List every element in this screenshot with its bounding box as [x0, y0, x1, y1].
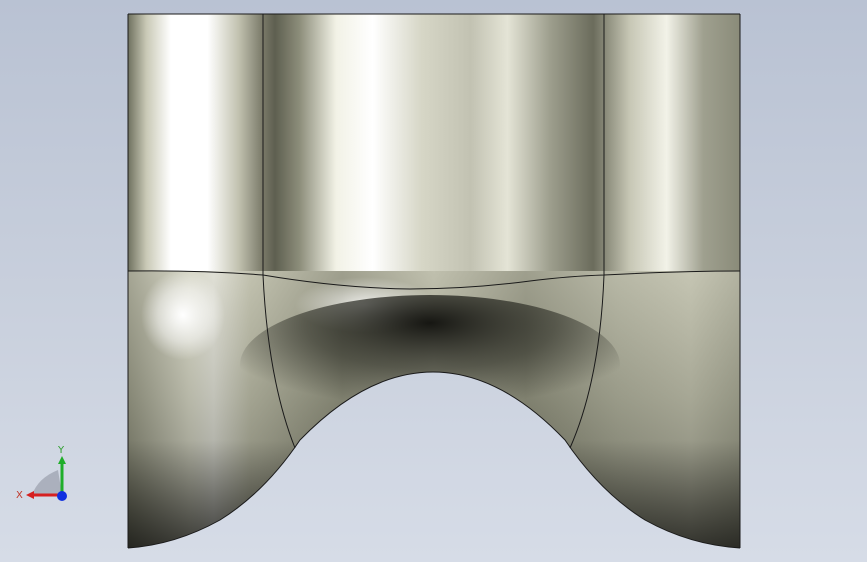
model-view[interactable] [0, 0, 867, 562]
x-arrowhead-icon [26, 491, 34, 499]
lower-face[interactable] [128, 270, 740, 551]
triad-plane [32, 470, 62, 495]
y-arrowhead-icon [58, 456, 66, 464]
z-axis-dot [57, 491, 67, 501]
y-axis-label: Y [57, 445, 65, 456]
x-axis-label: X [16, 490, 23, 501]
coordinate-triad: X Y [16, 445, 67, 501]
graphics-viewport[interactable]: X Y [0, 0, 867, 562]
upper-face[interactable] [128, 14, 740, 272]
